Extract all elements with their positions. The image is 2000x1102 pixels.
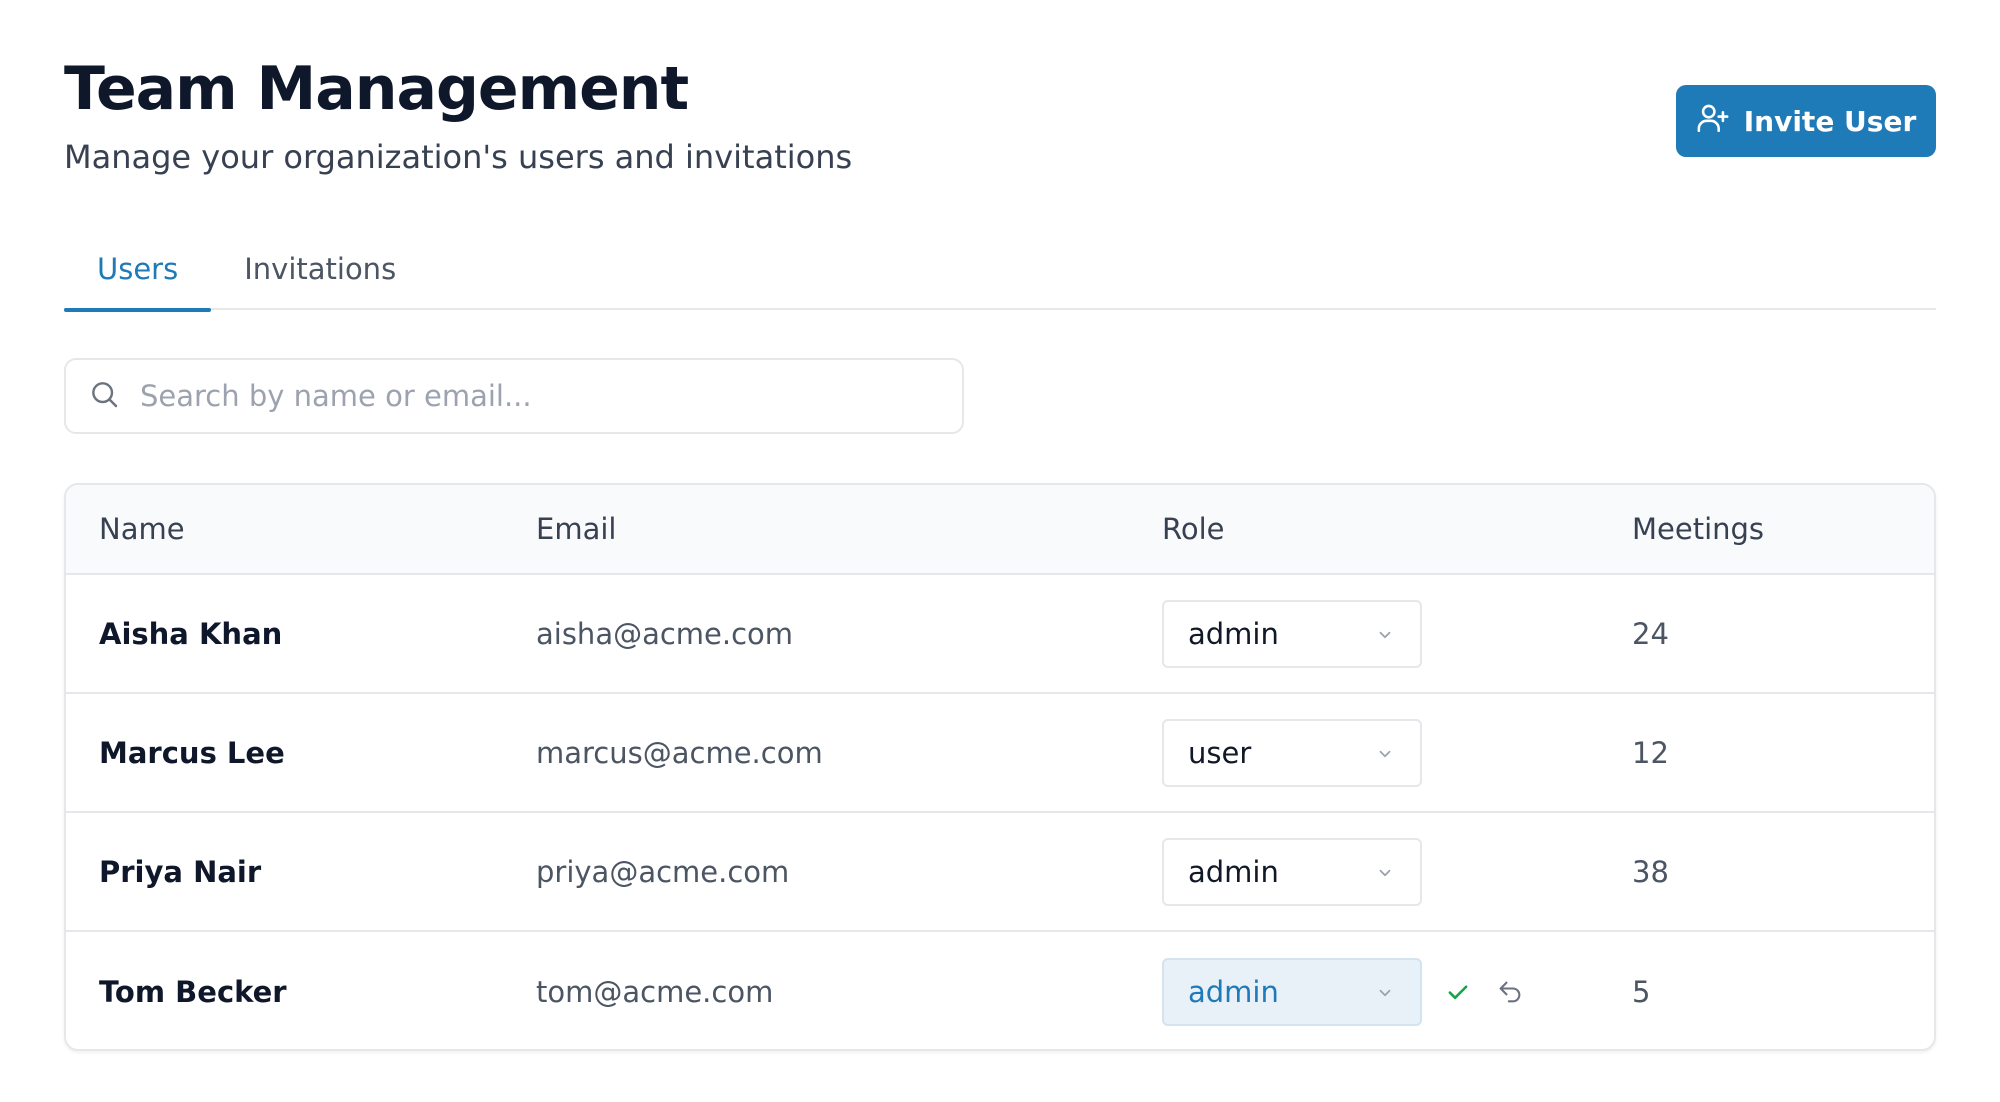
invite-user-button[interactable]: Invite User xyxy=(1676,85,1936,157)
chevron-down-icon xyxy=(1376,855,1394,889)
column-header-name[interactable]: Name xyxy=(66,512,536,546)
user-name: Aisha Khan xyxy=(99,616,283,651)
table-row: Marcus Lee marcus@acme.com user 12 xyxy=(66,694,1934,813)
user-email: tom@acme.com xyxy=(536,974,774,1009)
search-icon xyxy=(88,378,120,414)
search-box xyxy=(64,358,964,434)
user-meetings: 12 xyxy=(1632,735,1669,770)
role-select-value: admin xyxy=(1188,974,1279,1009)
tab-invitations[interactable]: Invitations xyxy=(211,246,429,310)
chevron-down-icon xyxy=(1376,736,1394,770)
user-name: Tom Becker xyxy=(99,974,287,1009)
role-select[interactable]: admin xyxy=(1162,957,1422,1026)
user-email: priya@acme.com xyxy=(536,854,790,889)
invite-user-label: Invite User xyxy=(1743,104,1917,138)
user-meetings: 24 xyxy=(1632,616,1669,651)
page-subtitle: Manage your organization's users and inv… xyxy=(64,138,853,176)
user-email: marcus@acme.com xyxy=(536,735,823,770)
table-row: Tom Becker tom@acme.com admin 5 xyxy=(66,932,1934,1049)
chevron-down-icon xyxy=(1376,617,1394,651)
role-select-value: user xyxy=(1188,735,1252,770)
user-email: aisha@acme.com xyxy=(536,616,794,651)
column-header-email[interactable]: Email xyxy=(536,512,1162,546)
role-select-value: admin xyxy=(1188,616,1279,651)
user-name: Priya Nair xyxy=(99,854,262,889)
table-row: Priya Nair priya@acme.com admin 38 xyxy=(66,813,1934,932)
role-cell: admin xyxy=(1162,957,1632,1026)
role-select[interactable]: admin xyxy=(1162,837,1422,906)
role-cell: admin xyxy=(1162,599,1632,668)
users-table: Name Email Role Meetings Aisha Khan aish… xyxy=(64,483,1936,1051)
chevron-down-icon xyxy=(1376,975,1394,1009)
column-header-meetings[interactable]: Meetings xyxy=(1632,512,1932,546)
undo-icon[interactable] xyxy=(1494,976,1526,1008)
table-row: Aisha Khan aisha@acme.com admin 24 xyxy=(66,575,1934,694)
page-title: Team Management xyxy=(64,54,689,124)
search-input[interactable] xyxy=(140,379,940,413)
user-name: Marcus Lee xyxy=(99,735,285,770)
table-header: Name Email Role Meetings xyxy=(66,485,1934,575)
column-header-role[interactable]: Role xyxy=(1162,512,1632,546)
page-header: Team Management Manage your organization… xyxy=(64,0,1936,240)
user-meetings: 5 xyxy=(1632,974,1651,1009)
user-plus-icon xyxy=(1696,101,1730,142)
user-meetings: 38 xyxy=(1632,854,1669,889)
tab-users[interactable]: Users xyxy=(64,246,212,312)
check-icon[interactable] xyxy=(1442,976,1474,1008)
role-cell: user xyxy=(1162,718,1632,787)
role-select[interactable]: admin xyxy=(1162,599,1422,668)
role-cell: admin xyxy=(1162,837,1632,906)
role-select[interactable]: user xyxy=(1162,718,1422,787)
role-select-value: admin xyxy=(1188,854,1279,889)
tab-bar: Users Invitations xyxy=(64,246,1936,312)
